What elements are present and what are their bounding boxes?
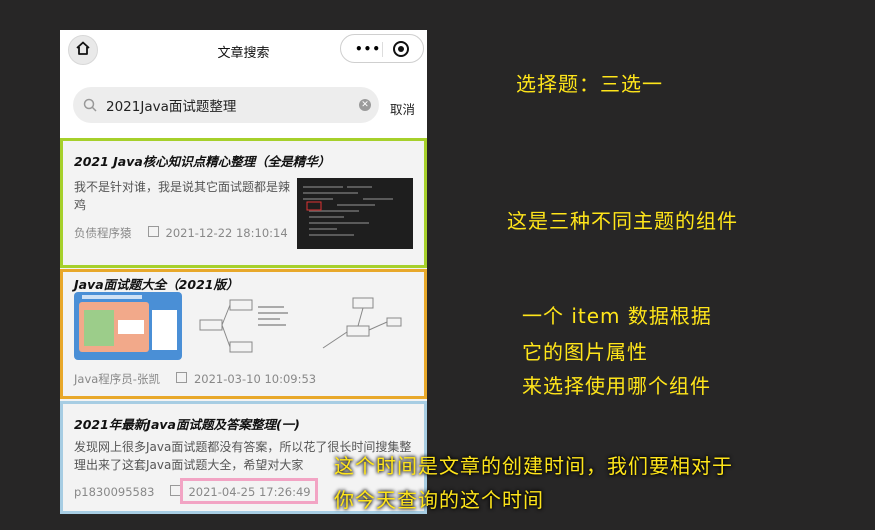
annotation-time-line1: 这个时间是文章的创建时间，我们要相对于: [334, 454, 733, 478]
phone-screen: 文章搜索 ••• ✕ 取消 2021 Java核心知识点精心整理（全是精华） 我…: [60, 30, 427, 514]
article-description: 我不是针对谁，我是说其它面试题都是辣鸡: [74, 180, 291, 212]
annotation-choose: 选择题：三选一: [516, 72, 663, 96]
search-icon: [83, 97, 97, 116]
annotation-themes: 这是三种不同主题的组件: [507, 209, 738, 233]
date-highlight-box: [180, 478, 318, 504]
article-card-three-images[interactable]: Java面试题大全（2021版） Java程序员-张凯 2021-03-10 1…: [60, 269, 427, 399]
article-image-2: [188, 292, 296, 360]
clear-icon[interactable]: ✕: [359, 99, 371, 111]
article-card-single-image[interactable]: 2021 Java核心知识点精心整理（全是精华） 我不是针对谁，我是说其它面试题…: [60, 138, 427, 268]
annotation-item-line1: 一个 item 数据根据: [522, 304, 712, 328]
article-date: 2021-03-10 10:09:53: [193, 372, 317, 386]
edit-icon: [175, 372, 187, 383]
article-image-3: [303, 292, 411, 360]
cancel-button[interactable]: 取消: [390, 99, 415, 118]
search-bar: ✕ 取消: [60, 72, 427, 138]
article-author: Java程序员-张凯: [74, 372, 160, 386]
article-thumbnail: [297, 178, 413, 249]
article-title: 2021 Java核心知识点精心整理（全是精华）: [74, 154, 331, 169]
close-target-icon[interactable]: [393, 41, 409, 57]
article-author: 负债程序猿: [74, 226, 132, 240]
article-title: 2021年最新Java面试题及答案整理(一): [74, 417, 300, 432]
annotation-time-line2: 你今天查询的这个时间: [334, 488, 544, 512]
more-icon[interactable]: •••: [355, 43, 381, 55]
article-meta: 负债程序猿 2021-12-22 18:10:14: [74, 225, 288, 241]
article-author: p1830095583: [74, 485, 155, 499]
annotation-item-line3: 来选择使用哪个组件: [522, 374, 711, 398]
nav-bar: 文章搜索 •••: [60, 30, 427, 72]
annotation-item-line2: 它的图片属性: [522, 340, 648, 364]
search-input[interactable]: [106, 94, 346, 116]
article-title: Java面试题大全（2021版）: [74, 277, 239, 292]
article-meta: Java程序员-张凯 2021-03-10 10:09:53: [74, 371, 316, 387]
search-box[interactable]: ✕: [73, 87, 379, 123]
capsule-divider: [382, 42, 383, 57]
edit-icon: [147, 226, 159, 237]
article-date: 2021-12-22 18:10:14: [165, 226, 288, 240]
article-image-1: [74, 292, 182, 360]
capsule-menu: •••: [340, 34, 424, 63]
